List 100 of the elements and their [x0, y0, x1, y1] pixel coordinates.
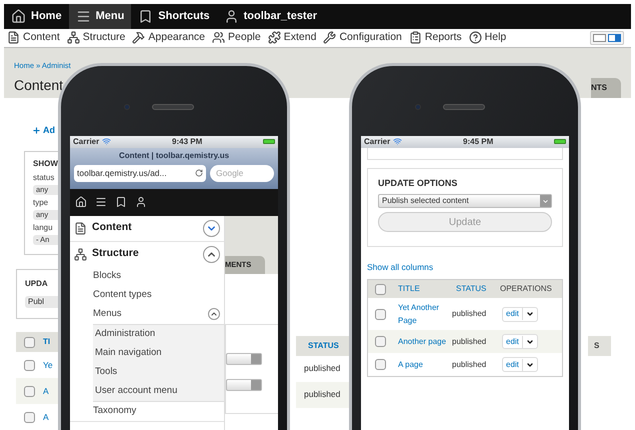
filter-label: status	[33, 172, 56, 184]
column-header: S	[594, 340, 600, 352]
filter-label: langu	[33, 222, 54, 234]
fieldset-legend: UPDA	[25, 278, 62, 290]
hammer-icon	[132, 31, 146, 44]
checkbox[interactable]	[24, 360, 35, 370]
tray-link[interactable]: Configuration	[323, 30, 402, 46]
checkbox[interactable]	[374, 336, 386, 347]
menu-item[interactable]: Administration	[95, 326, 156, 342]
toggle-button[interactable]	[203, 220, 220, 236]
tray-link[interactable]: Structure	[66, 30, 126, 46]
toolbar-tab[interactable]: toolbar_tester	[216, 4, 324, 30]
clock-time: 9:45 PM	[463, 136, 494, 148]
speaker-grille	[443, 104, 485, 110]
checkbox[interactable]	[24, 336, 35, 348]
title-link[interactable]: Yet Another Page	[398, 301, 450, 327]
user-icon	[224, 9, 239, 24]
document-icon	[7, 31, 20, 44]
tray-link[interactable]: Reports	[408, 30, 462, 46]
title-link[interactable]: A	[43, 384, 49, 398]
table-cell: published	[452, 309, 486, 318]
operations-dropbutton[interactable]: edit	[502, 306, 538, 322]
operations-dropbutton[interactable]: edit	[502, 334, 538, 349]
column-header[interactable]: STATUS	[456, 284, 486, 293]
url-field[interactable]: toolbar.qemistry.us/ad...	[74, 164, 206, 182]
column-header[interactable]: TI	[43, 336, 50, 348]
tray-link[interactable]: People	[212, 30, 261, 46]
menu-item[interactable]: Menus	[93, 306, 208, 322]
toolbar-tab[interactable]: Home	[4, 4, 69, 30]
reload-icon[interactable]	[195, 169, 203, 177]
clock-time: 9:43 PM	[172, 136, 202, 148]
select-field[interactable]	[226, 378, 262, 390]
toolbar-tab[interactable]: Menu	[68, 4, 132, 30]
help-icon	[468, 31, 482, 44]
user-icon	[135, 196, 147, 208]
menu-item[interactable]: Main navigation	[95, 346, 162, 360]
battery-icon	[554, 139, 566, 144]
home-icon	[11, 9, 26, 24]
bookmark-icon	[138, 9, 154, 24]
caret-icon[interactable]	[526, 310, 534, 318]
page-tab[interactable]: NTS	[591, 78, 621, 98]
title-link[interactable]: A page	[398, 358, 450, 371]
menu-item[interactable]: Tools	[95, 364, 118, 380]
checkbox[interactable]	[24, 412, 35, 422]
clipboard-icon	[408, 31, 422, 44]
menu-item[interactable]: User account menu	[95, 384, 178, 398]
caret-icon[interactable]	[526, 338, 534, 346]
show-columns-link[interactable]: Show all columns	[367, 262, 434, 272]
menu-item[interactable]: Structure	[92, 246, 198, 262]
add-content-link[interactable]: Ad	[43, 124, 55, 137]
checkbox[interactable]	[24, 386, 35, 396]
carrier-label: Carrier	[364, 136, 390, 148]
table-cell: published	[304, 388, 340, 401]
camera-lens	[415, 104, 421, 110]
column-header[interactable]: TITLE	[398, 284, 420, 293]
caret-icon[interactable]	[526, 360, 534, 368]
carrier-label: Carrier	[73, 136, 100, 148]
table-cell: published	[452, 336, 486, 346]
toggle-button[interactable]	[203, 246, 220, 262]
tray-link[interactable]: Extend	[268, 30, 316, 46]
checkbox[interactable]	[374, 308, 386, 320]
people-icon	[212, 31, 226, 44]
menu-item[interactable]: Content	[92, 220, 198, 236]
operations-dropbutton[interactable]: edit	[502, 357, 538, 372]
caret-icon	[542, 198, 549, 204]
hierarchy-icon	[74, 248, 87, 260]
tray-link[interactable]: Help	[468, 30, 506, 46]
title-link[interactable]: Ye	[43, 358, 53, 372]
wifi-icon	[393, 137, 402, 146]
browser-title: Content | toolbar.qemistry.us	[118, 150, 230, 162]
title-link[interactable]: A	[43, 410, 49, 424]
toolbar-tab[interactable]: Shortcuts	[131, 4, 217, 30]
document-icon	[74, 222, 87, 234]
column-header[interactable]: STATUS	[308, 340, 339, 352]
camera-lens	[124, 104, 130, 110]
puzzle-icon	[268, 31, 281, 44]
column-header: OPERATIONS	[500, 284, 552, 293]
menu-item[interactable]: Taxonomy	[93, 404, 220, 418]
search-field[interactable]: Google	[210, 164, 274, 182]
table-cell: published	[452, 360, 486, 368]
checkbox[interactable]	[374, 359, 386, 370]
page-title: Content	[14, 76, 64, 95]
orientation-toggle-icon[interactable]	[590, 30, 624, 45]
menu-icon	[76, 9, 91, 24]
home-icon	[75, 196, 87, 208]
title-link[interactable]: Another page	[398, 335, 450, 348]
checkbox[interactable]	[374, 284, 386, 294]
tray-link[interactable]: Appearance	[132, 30, 206, 46]
menu-item[interactable]: Content types	[93, 288, 220, 302]
select-field[interactable]	[226, 352, 262, 364]
hierarchy-icon	[66, 31, 80, 44]
table-cell: published	[304, 362, 340, 375]
toggle-button[interactable]	[208, 308, 220, 320]
wrench-icon	[323, 31, 336, 44]
tray-link[interactable]: Content	[7, 30, 60, 46]
wifi-icon	[102, 137, 112, 146]
filter-label: type	[33, 197, 50, 209]
caret-icon	[210, 310, 218, 318]
battery-icon	[263, 139, 275, 144]
menu-item[interactable]: Blocks	[93, 268, 220, 284]
